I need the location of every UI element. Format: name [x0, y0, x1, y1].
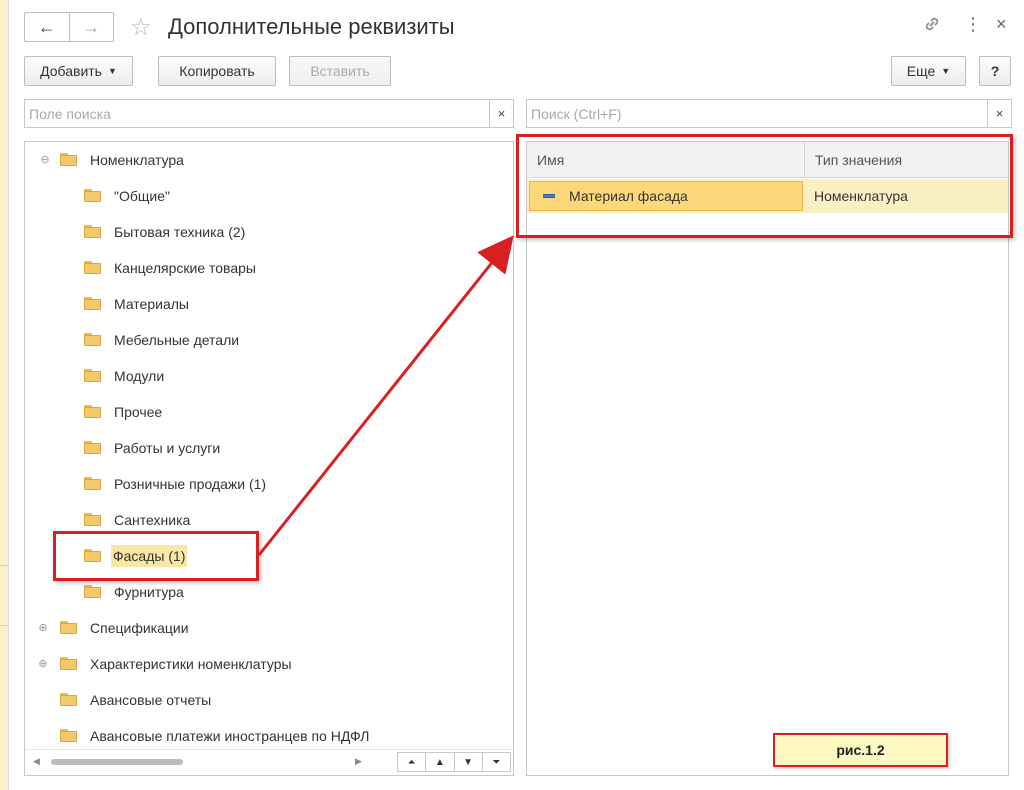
table-search-input[interactable] — [527, 100, 987, 127]
scroll-top-icon[interactable]: ⏶ — [398, 753, 425, 771]
more-button[interactable]: Еще ▼ — [891, 56, 966, 86]
collapse-icon[interactable]: ⊖ — [39, 154, 51, 166]
tree-item-label: Авансовые отчеты — [90, 692, 212, 708]
clear-search-icon[interactable]: × — [489, 100, 513, 127]
clear-search-icon[interactable]: × — [987, 100, 1011, 127]
highlight-tree-item-box — [53, 531, 259, 581]
category-tree: ⊖ Номенклатура "Общие" Бытовая техника (… — [24, 141, 514, 776]
copy-button[interactable]: Копировать — [158, 56, 276, 86]
more-button-label: Еще — [906, 63, 936, 79]
folder-icon — [84, 441, 101, 454]
navigation-buttons: ← → — [24, 12, 114, 42]
table-search-field: × — [526, 99, 1012, 128]
tree-item-label: Бытовая техника (2) — [114, 224, 246, 240]
scroll-up-icon[interactable]: ▲ — [425, 753, 453, 771]
tree-search-field: × — [24, 99, 514, 128]
paste-button[interactable]: Вставить — [289, 56, 391, 86]
scroll-left-icon[interactable]: ◀ — [33, 756, 40, 767]
scrollbar-thumb[interactable] — [51, 759, 183, 765]
folder-icon — [84, 477, 101, 490]
folder-icon — [84, 189, 101, 202]
add-button-label: Добавить — [40, 63, 102, 79]
folder-icon — [84, 297, 101, 310]
figure-label: рис.1.2 — [773, 733, 948, 767]
folder-icon — [84, 225, 101, 238]
tree-item-label: Номенклатура — [90, 152, 184, 168]
help-button[interactable]: ? — [979, 56, 1011, 86]
highlight-table-row-box — [516, 134, 1013, 238]
scroll-bottom-icon[interactable]: ⏷ — [481, 753, 510, 771]
tree-search-input[interactable] — [25, 100, 489, 127]
tree-nav-buttons: ⏶ ▲ ▼ ⏷ — [397, 752, 511, 772]
back-icon[interactable]: ← — [25, 13, 69, 41]
folder-icon — [60, 693, 77, 706]
expand-icon[interactable]: ⊕ — [37, 622, 49, 634]
forward-icon[interactable]: → — [68, 13, 114, 41]
folder-icon — [84, 333, 101, 346]
folder-icon — [60, 729, 77, 742]
scroll-down-icon[interactable]: ▼ — [453, 753, 482, 771]
link-icon[interactable] — [922, 14, 942, 39]
folder-icon — [84, 585, 101, 598]
tree-item-label: Розничные продажи (1) — [114, 476, 267, 492]
chevron-down-icon: ▼ — [107, 66, 117, 76]
folder-icon — [84, 405, 101, 418]
folder-icon — [84, 513, 101, 526]
tree-item-label: Сантехника — [114, 512, 191, 528]
menu-icon[interactable]: ⋮ — [964, 14, 982, 35]
tree-item-label: Мебельные детали — [114, 332, 240, 348]
expand-icon[interactable]: ⊕ — [37, 658, 49, 670]
close-icon[interactable]: × — [996, 14, 1007, 35]
tree-item-label: Характеристики номенклатуры — [90, 656, 292, 672]
folder-icon — [84, 369, 101, 382]
horizontal-scrollbar[interactable]: ◀ ▶ ⏶ ▲ ▼ ⏷ — [25, 749, 513, 775]
tree-item-label: Авансовые платежи иностранцев по НДФЛ — [90, 728, 370, 744]
scroll-right-icon[interactable]: ▶ — [355, 756, 362, 767]
tree-item-label: Модули — [114, 368, 165, 384]
tree-item-label: Материалы — [114, 296, 189, 312]
favorite-star-icon[interactable]: ☆ — [130, 13, 152, 42]
tree-item-label: Фурнитура — [114, 584, 184, 600]
folder-icon — [60, 621, 77, 634]
tree-item-label: Канцелярские товары — [114, 260, 256, 276]
folder-icon — [84, 261, 101, 274]
tree-item-label: Прочее — [114, 404, 163, 420]
folder-icon — [60, 153, 77, 166]
background-window-strip — [0, 0, 9, 790]
tree-item-label: "Общие" — [114, 188, 170, 204]
folder-icon — [60, 657, 77, 670]
tree-item-label: Работы и услуги — [114, 440, 221, 456]
chevron-down-icon: ▼ — [941, 66, 951, 76]
tree-item-label: Спецификации — [90, 620, 189, 636]
add-button[interactable]: Добавить ▼ — [24, 56, 133, 86]
window-title: Дополнительные реквизиты — [168, 14, 455, 39]
